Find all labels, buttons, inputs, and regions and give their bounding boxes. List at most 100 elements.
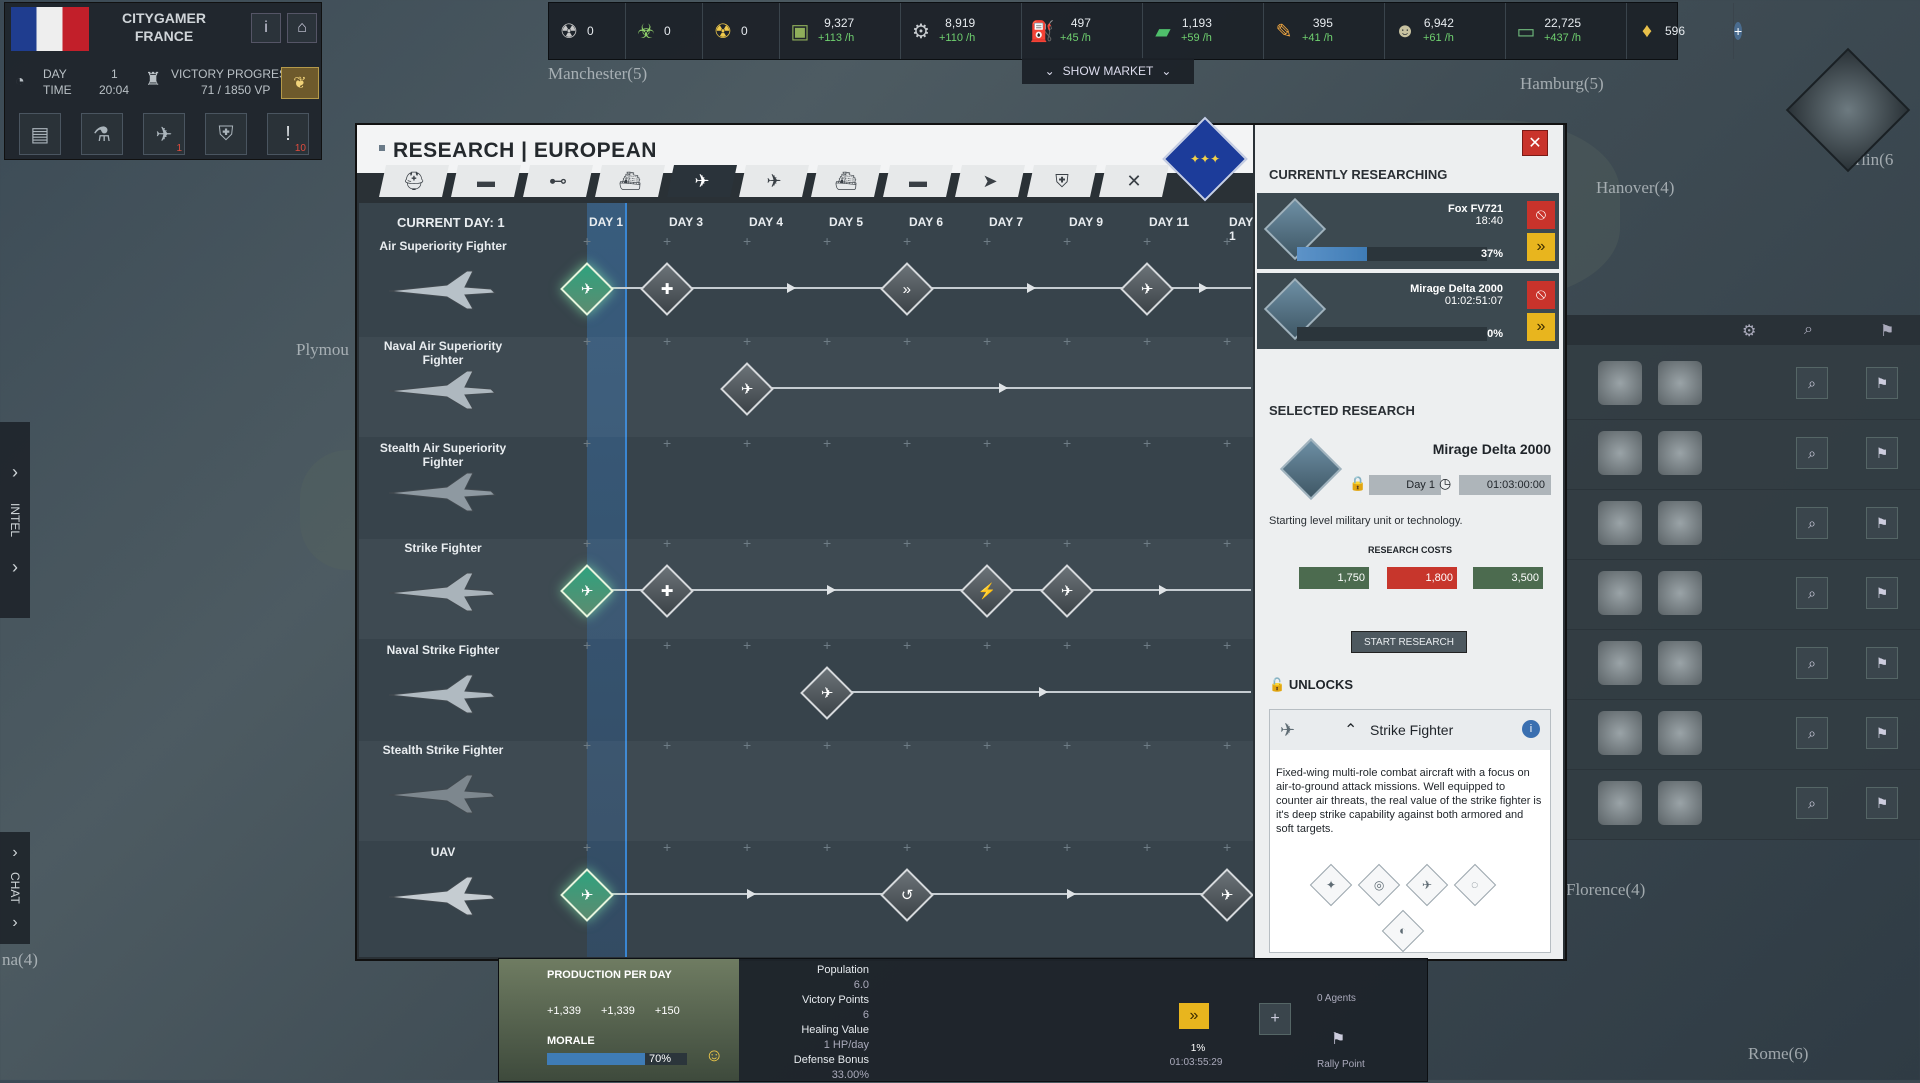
cancel-research-button[interactable]: ⦸ bbox=[1527, 201, 1555, 229]
flag-icon[interactable]: ⚑ bbox=[1880, 321, 1894, 341]
city-label[interactable]: Plymou bbox=[296, 340, 349, 360]
rally-flag-button[interactable]: ⚑ bbox=[1866, 717, 1898, 749]
resource-item[interactable]: ▰ 1,193 +59 /h bbox=[1143, 3, 1264, 59]
artillery-tab[interactable]: ⊷ bbox=[523, 165, 593, 197]
rally-flag-button[interactable]: ⚑ bbox=[1866, 787, 1898, 819]
unit-list-row[interactable]: ⌕ ⚑ bbox=[1566, 349, 1920, 420]
search-unit-button[interactable]: ⌕ bbox=[1796, 437, 1828, 469]
research-node[interactable]: ✈ bbox=[1040, 564, 1094, 618]
rally-flag-button[interactable]: ⚑ bbox=[1866, 507, 1898, 539]
missile-tab[interactable]: ➤ bbox=[955, 165, 1025, 197]
research-node[interactable]: ✚ bbox=[640, 262, 694, 316]
city-label[interactable]: Hanover(4) bbox=[1596, 178, 1674, 198]
resource-item[interactable]: ⚙ 8,919 +110 /h bbox=[901, 3, 1022, 59]
unit-icon[interactable] bbox=[1658, 501, 1702, 545]
resource-item[interactable]: ☻ 6,942 +61 /h bbox=[1385, 3, 1506, 59]
submarine-tab[interactable]: ▬ bbox=[883, 165, 953, 197]
unit-list-row[interactable]: ⌕ ⚑ bbox=[1566, 419, 1920, 490]
unit-icon[interactable] bbox=[1658, 571, 1702, 615]
research-node[interactable]: ↺ bbox=[880, 868, 934, 922]
warfare-tab[interactable]: ✕ bbox=[1099, 165, 1169, 197]
unit-icon[interactable] bbox=[1658, 711, 1702, 755]
cancel-research-button[interactable]: ⦸ bbox=[1527, 281, 1555, 309]
armor-tab[interactable]: ▬ bbox=[451, 165, 521, 197]
search-unit-button[interactable]: ⌕ bbox=[1796, 647, 1828, 679]
rally-flag-button[interactable]: ⚑ bbox=[1866, 647, 1898, 679]
rally-flag-button[interactable]: ⚑ bbox=[1866, 437, 1898, 469]
rally-flag-button[interactable]: ⚑ bbox=[1866, 577, 1898, 609]
unit-list-row[interactable]: ⌕ ⚑ bbox=[1566, 629, 1920, 700]
city-label[interactable]: na(4) bbox=[2, 950, 38, 970]
search-icon[interactable]: ⌕ bbox=[1804, 321, 1813, 339]
show-market-button[interactable]: ⌄ SHOW MARKET ⌄ bbox=[1022, 58, 1194, 84]
speed-up-button[interactable]: » bbox=[1527, 313, 1555, 341]
unlock-card[interactable]: ✈ ⌃ Strike Fighter i Fixed-wing multi-ro… bbox=[1269, 709, 1551, 953]
close-button[interactable]: ✕ bbox=[1522, 130, 1548, 156]
ship-tab[interactable]: ⛴ bbox=[811, 165, 881, 197]
info-button[interactable]: i bbox=[251, 13, 281, 43]
unit-icon[interactable] bbox=[1598, 571, 1642, 615]
search-unit-button[interactable]: ⌕ bbox=[1796, 507, 1828, 539]
unit-list-row[interactable]: ⌕ ⚑ bbox=[1566, 559, 1920, 630]
research-button[interactable]: ⚗ bbox=[81, 113, 123, 155]
alerts-button[interactable]: ! 10 bbox=[267, 113, 309, 155]
research-node[interactable]: ✈ bbox=[1200, 868, 1253, 922]
unit-icon[interactable] bbox=[1598, 711, 1642, 755]
research-node[interactable]: ✈ bbox=[560, 564, 614, 618]
intel-tab[interactable]: › INTEL › bbox=[0, 422, 30, 618]
search-unit-button[interactable]: ⌕ bbox=[1796, 787, 1828, 819]
unit-list-row[interactable]: ⌕ ⚑ bbox=[1566, 699, 1920, 770]
search-unit-button[interactable]: ⌕ bbox=[1796, 577, 1828, 609]
unit-icon[interactable] bbox=[1598, 781, 1642, 825]
aircraft-tab[interactable]: ✈ bbox=[739, 165, 809, 197]
resource-item[interactable]: ♦ 596 bbox=[1627, 3, 1734, 59]
city-label[interactable]: Florence(4) bbox=[1566, 880, 1645, 900]
resource-item[interactable]: ⛽ 497 +45 /h bbox=[1022, 3, 1143, 59]
unit-icon[interactable] bbox=[1598, 641, 1642, 685]
research-node[interactable]: ✈ bbox=[720, 362, 774, 416]
add-button[interactable]: + bbox=[1259, 1003, 1291, 1035]
research-node[interactable]: ✈ bbox=[560, 262, 614, 316]
shield-tab[interactable]: ⛨ bbox=[1027, 165, 1097, 197]
search-unit-button[interactable]: ⌕ bbox=[1796, 717, 1828, 749]
city-label[interactable]: Manchester(5) bbox=[548, 64, 647, 84]
speed-up-button[interactable]: » bbox=[1527, 233, 1555, 261]
research-queue-item[interactable]: Mirage Delta 2000 01:02:51:07 0% ⦸ » bbox=[1257, 273, 1559, 349]
unit-icon[interactable] bbox=[1598, 361, 1642, 405]
naval-support-tab[interactable]: ⛴ bbox=[595, 165, 665, 197]
research-node[interactable]: ✈ bbox=[560, 868, 614, 922]
home-button[interactable]: ⌂ bbox=[287, 13, 317, 43]
unit-list-row[interactable]: ⌕ ⚑ bbox=[1566, 489, 1920, 560]
research-node[interactable]: ✚ bbox=[640, 564, 694, 618]
queue-speed-up-button[interactable]: » bbox=[1179, 1003, 1209, 1029]
resource-item[interactable]: ✎ 395 +41 /h bbox=[1264, 3, 1385, 59]
city-label[interactable]: Rome(6) bbox=[1748, 1044, 1808, 1064]
resource-item[interactable]: ▭ 22,725 +437 /h bbox=[1506, 3, 1627, 59]
resource-item[interactable]: ▣ 9,327 +113 /h bbox=[780, 3, 901, 59]
research-queue-item[interactable]: Fox FV721 18:40 37% ⦸ » bbox=[1257, 193, 1559, 269]
unit-icon[interactable] bbox=[1658, 641, 1702, 685]
add-gold-button[interactable]: + bbox=[1734, 22, 1743, 40]
unit-icon[interactable] bbox=[1658, 781, 1702, 825]
start-research-button[interactable]: START RESEARCH bbox=[1351, 631, 1467, 653]
unit-list-row[interactable]: ⌕ ⚑ bbox=[1566, 769, 1920, 840]
unit-icon[interactable] bbox=[1658, 431, 1702, 475]
newspaper-button[interactable]: ▤ bbox=[19, 113, 61, 155]
resource-item[interactable]: ☢ 0 bbox=[549, 3, 626, 59]
rally-flag-button[interactable]: ⚑ bbox=[1866, 367, 1898, 399]
alliance-button[interactable]: ⛨ bbox=[205, 113, 247, 155]
rally-flag-icon[interactable]: ⚑ bbox=[1331, 1029, 1345, 1049]
research-node[interactable]: » bbox=[880, 262, 934, 316]
resource-item[interactable]: ☣ 0 bbox=[626, 3, 703, 59]
research-node[interactable]: ✈ bbox=[1120, 262, 1174, 316]
info-icon[interactable]: i bbox=[1522, 720, 1540, 738]
search-unit-button[interactable]: ⌕ bbox=[1796, 367, 1828, 399]
air-tab[interactable]: ✈ bbox=[667, 165, 737, 197]
units-icon[interactable]: ⚙ bbox=[1742, 321, 1756, 341]
infantry-tab[interactable]: ⛑ bbox=[379, 165, 449, 197]
unit-icon[interactable] bbox=[1598, 431, 1642, 475]
unit-icon[interactable] bbox=[1598, 501, 1642, 545]
city-label[interactable]: Hamburg(5) bbox=[1520, 74, 1604, 94]
victory-laurel-button[interactable]: ❦ bbox=[281, 67, 319, 99]
chat-tab[interactable]: › CHAT › bbox=[0, 832, 30, 944]
